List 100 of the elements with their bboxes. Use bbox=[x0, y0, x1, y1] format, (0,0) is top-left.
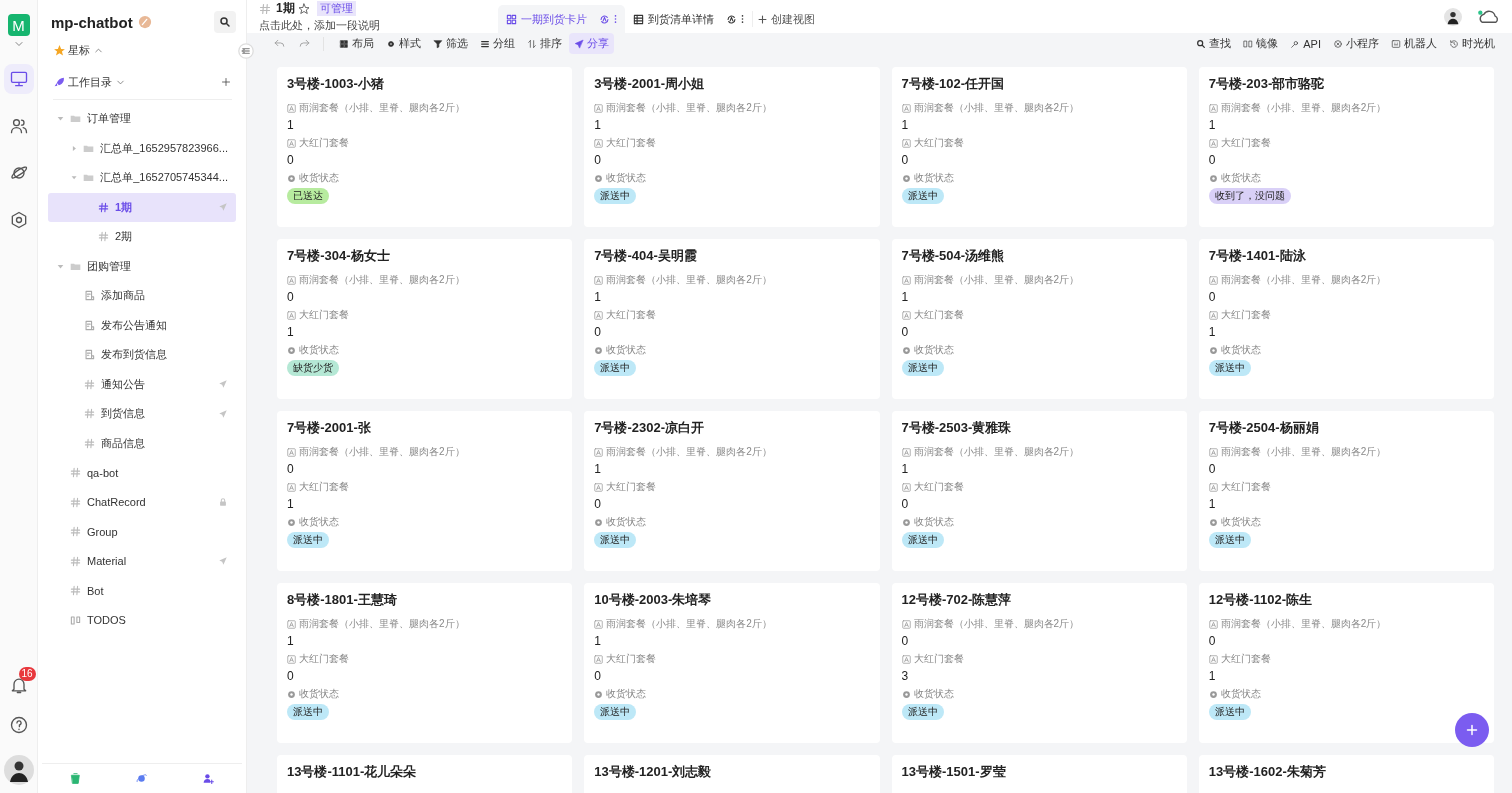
record-card[interactable]: 13号楼-1602-朱菊芳 bbox=[1198, 755, 1494, 793]
field-value: 0 bbox=[594, 153, 601, 167]
sync-icon[interactable] bbox=[726, 13, 737, 25]
record-card[interactable]: 7号楼-2001-张 雨润套餐（小排、里脊、腿肉各2斤） 0 大红门套餐 1 收货状态 派送中 bbox=[277, 411, 573, 571]
card-title: 3号楼-2001-周小姐 bbox=[594, 75, 705, 93]
record-card[interactable]: 7号楼-504-汤维熊 雨润套餐（小排、里脊、腿肉各2斤） 1 大红门套餐 0 收货状态 派送中 bbox=[891, 239, 1187, 399]
field-value: 1 bbox=[287, 634, 294, 648]
record-card[interactable]: 12号楼-1102-陈生 雨润套餐（小排、里脊、腿肉各2斤） 0 大红门套餐 1 收货状态 派送中 bbox=[1198, 583, 1494, 743]
card-title: 7号楼-2503-黄雅珠 bbox=[901, 419, 1012, 437]
planet-icon[interactable] bbox=[135, 772, 149, 785]
tree-item[interactable]: ChatRecord bbox=[48, 487, 236, 517]
tree-item[interactable]: Bot bbox=[48, 576, 236, 606]
record-card[interactable]: 7号楼-2504-杨丽娟 雨润套餐（小排、里脊、腿肉各2斤） 0 大红门套餐 1 收货状态 派送中 bbox=[1198, 411, 1494, 571]
field-label: 收货状态 bbox=[606, 687, 647, 701]
add-icon[interactable] bbox=[220, 76, 232, 88]
record-card[interactable]: 10号楼-2003-朱培琴 雨润套餐（小排、里脊、腿肉各2斤） 1 大红门套餐 0 收货状态 派送中 bbox=[584, 583, 880, 743]
toolbar-button[interactable]: 镜像 bbox=[1238, 33, 1284, 54]
field-label: 大红门套餐 bbox=[1220, 480, 1271, 494]
more-icon[interactable] bbox=[741, 14, 744, 24]
status-field-icon bbox=[1208, 173, 1218, 183]
field-label: 雨润套餐（小排、里脊、腿肉各2斤） bbox=[606, 101, 772, 115]
status-field-icon bbox=[901, 689, 911, 699]
tree-item[interactable]: 汇总单_1652705745344... bbox=[48, 163, 236, 193]
tree-item[interactable]: Material bbox=[48, 546, 236, 576]
toolbar-button[interactable]: 分组 bbox=[475, 33, 520, 54]
rocket-icon bbox=[53, 75, 66, 89]
tree-item[interactable]: 汇总单_1652957823966... bbox=[48, 133, 236, 163]
status-tag: 派送中 bbox=[901, 704, 944, 720]
field-value: 0 bbox=[901, 634, 909, 648]
description-hint[interactable]: 点击此处，添加一段说明 bbox=[259, 18, 380, 33]
toolbar-button[interactable]: 机器人 bbox=[1386, 33, 1442, 54]
sync-icon[interactable] bbox=[599, 13, 610, 25]
toolbar-button[interactable]: 排序 bbox=[522, 33, 567, 54]
add-user-icon[interactable] bbox=[202, 772, 216, 785]
record-card[interactable]: 8号楼-1801-王慧琦 雨润套餐（小排、里脊、腿肉各2斤） 1 大红门套餐 0 收货状态 派送中 bbox=[277, 583, 573, 743]
toolbar-button[interactable]: 分享 bbox=[569, 33, 614, 54]
view-tab[interactable]: 一期到货卡片 bbox=[498, 5, 625, 33]
sort-icon bbox=[527, 38, 537, 49]
text-field-icon bbox=[1208, 619, 1218, 629]
record-card[interactable]: 7号楼-102-任开国 雨润套餐（小排、里脊、腿肉各2斤） 1 大红门套餐 0 收货状态 派送中 bbox=[891, 67, 1187, 227]
record-card[interactable]: 7号楼-2503-黄雅珠 雨润套餐（小排、里脊、腿肉各2斤） 1 大红门套餐 0 收货状态 派送中 bbox=[891, 411, 1187, 571]
search-button[interactable] bbox=[214, 11, 236, 33]
record-card[interactable]: 12号楼-702-陈慧萍 雨润套餐（小排、里脊、腿肉各2斤） 0 大红门套餐 3 收货状态 派送中 bbox=[891, 583, 1187, 743]
monitor-icon[interactable] bbox=[8, 69, 29, 89]
tree-item[interactable]: qa-bot bbox=[48, 458, 236, 488]
record-card[interactable]: 3号楼-2001-周小姐 雨润套餐（小排、里脊、腿肉各2斤） 1 大红门套餐 0 收货状态 派送中 bbox=[584, 67, 880, 227]
tree-item[interactable]: 通知公告 bbox=[48, 369, 236, 399]
record-card[interactable]: 7号楼-203-部市骆驼 雨润套餐（小排、里脊、腿肉各2斤） 1 大红门套餐 0 收货状态 收到了，没问题 bbox=[1198, 67, 1494, 227]
status-field-icon bbox=[594, 173, 604, 183]
user-avatar[interactable] bbox=[1444, 7, 1462, 26]
star-outline-icon[interactable] bbox=[297, 2, 310, 15]
record-card[interactable]: 7号楼-404-吴明霞 雨润套餐（小排、里脊、腿肉各2斤） 1 大红门套餐 0 收货状态 派送中 bbox=[584, 239, 880, 399]
tree-item[interactable]: 2期 bbox=[48, 222, 236, 252]
section-toggle[interactable]: 工作目录 bbox=[68, 74, 126, 90]
toolbar-button[interactable]: 筛选 bbox=[428, 33, 473, 54]
section-toggle[interactable]: 星标 bbox=[68, 42, 104, 58]
create-view-button[interactable]: 创建视图 bbox=[752, 11, 819, 27]
record-card[interactable]: 13号楼-1501-罗莹 bbox=[891, 755, 1187, 793]
toolbar-button[interactable]: 时光机 bbox=[1444, 33, 1500, 54]
tree-item[interactable]: 商品信息 bbox=[48, 428, 236, 458]
card-title: 10号楼-2003-朱培琴 bbox=[594, 591, 712, 609]
toolbar-button[interactable]: API bbox=[1285, 34, 1326, 53]
text-field-icon bbox=[594, 447, 604, 457]
user-avatar[interactable] bbox=[3, 755, 34, 785]
tree-item[interactable]: 发布公告通知 bbox=[48, 310, 236, 340]
toolbar-button[interactable]: 查找 bbox=[1191, 33, 1237, 54]
hash-icon bbox=[98, 231, 109, 243]
more-icon[interactable] bbox=[614, 14, 617, 24]
field-label: 收货状态 bbox=[1220, 515, 1261, 529]
record-card[interactable]: 7号楼-2302-凉白开 雨润套餐（小排、里脊、腿肉各2斤） 1 大红门套餐 0 收货状态 派送中 bbox=[584, 411, 880, 571]
record-card[interactable]: 7号楼-304-杨女士 雨润套餐（小排、里脊、腿肉各2斤） 0 大红门套餐 1 收货状态 缺货少货 bbox=[277, 239, 573, 399]
trash-icon[interactable] bbox=[68, 772, 82, 785]
record-card[interactable]: 7号楼-1401-陆泳 雨润套餐（小排、里脊、腿肉各2斤） 0 大红门套餐 1 收货状态 派送中 bbox=[1198, 239, 1494, 399]
help-icon[interactable] bbox=[8, 715, 29, 735]
tree-item[interactable]: 添加商品 bbox=[48, 281, 236, 311]
send-icon bbox=[218, 202, 228, 213]
record-card[interactable]: 3号楼-1003-小猪 雨润套餐（小排、里脊、腿肉各2斤） 1 大红门套餐 0 收货状态 已送达 bbox=[277, 67, 573, 227]
status-field-icon bbox=[901, 173, 911, 183]
tree-item[interactable]: TODOS bbox=[48, 605, 236, 635]
toolbar-button[interactable]: 小程序 bbox=[1328, 33, 1384, 54]
search-icon bbox=[219, 16, 231, 28]
tree-item[interactable]: 到货信息 bbox=[48, 399, 236, 429]
tree-item[interactable]: Group bbox=[48, 517, 236, 547]
field-label: 大红门套餐 bbox=[606, 308, 657, 322]
toolbar-button[interactable]: 样式 bbox=[381, 33, 426, 54]
field-value: 1 bbox=[901, 290, 909, 304]
field-label: 雨润套餐（小排、里脊、腿肉各2斤） bbox=[913, 617, 1080, 631]
tree-item[interactable]: 1期 bbox=[48, 192, 236, 222]
tree-item[interactable]: 团购管理 bbox=[48, 251, 236, 281]
grid-icon bbox=[339, 38, 349, 49]
people-icon[interactable] bbox=[8, 116, 29, 136]
field-label: 雨润套餐（小排、里脊、腿肉各2斤） bbox=[606, 617, 772, 631]
tree-item[interactable]: 订单管理 bbox=[48, 104, 236, 134]
record-card[interactable]: 13号楼-1201-刘志毅 bbox=[584, 755, 880, 793]
status-field-icon bbox=[594, 689, 604, 699]
view-tab[interactable]: 到货清单详情 bbox=[625, 5, 752, 33]
toolbar-button[interactable]: 布局 bbox=[334, 33, 379, 54]
tree-item[interactable]: 发布到货信息 bbox=[48, 340, 236, 370]
field-label: 雨润套餐（小排、里脊、腿肉各2斤） bbox=[299, 445, 465, 459]
record-card[interactable]: 13号楼-1101-花儿朵朵 bbox=[277, 755, 573, 793]
